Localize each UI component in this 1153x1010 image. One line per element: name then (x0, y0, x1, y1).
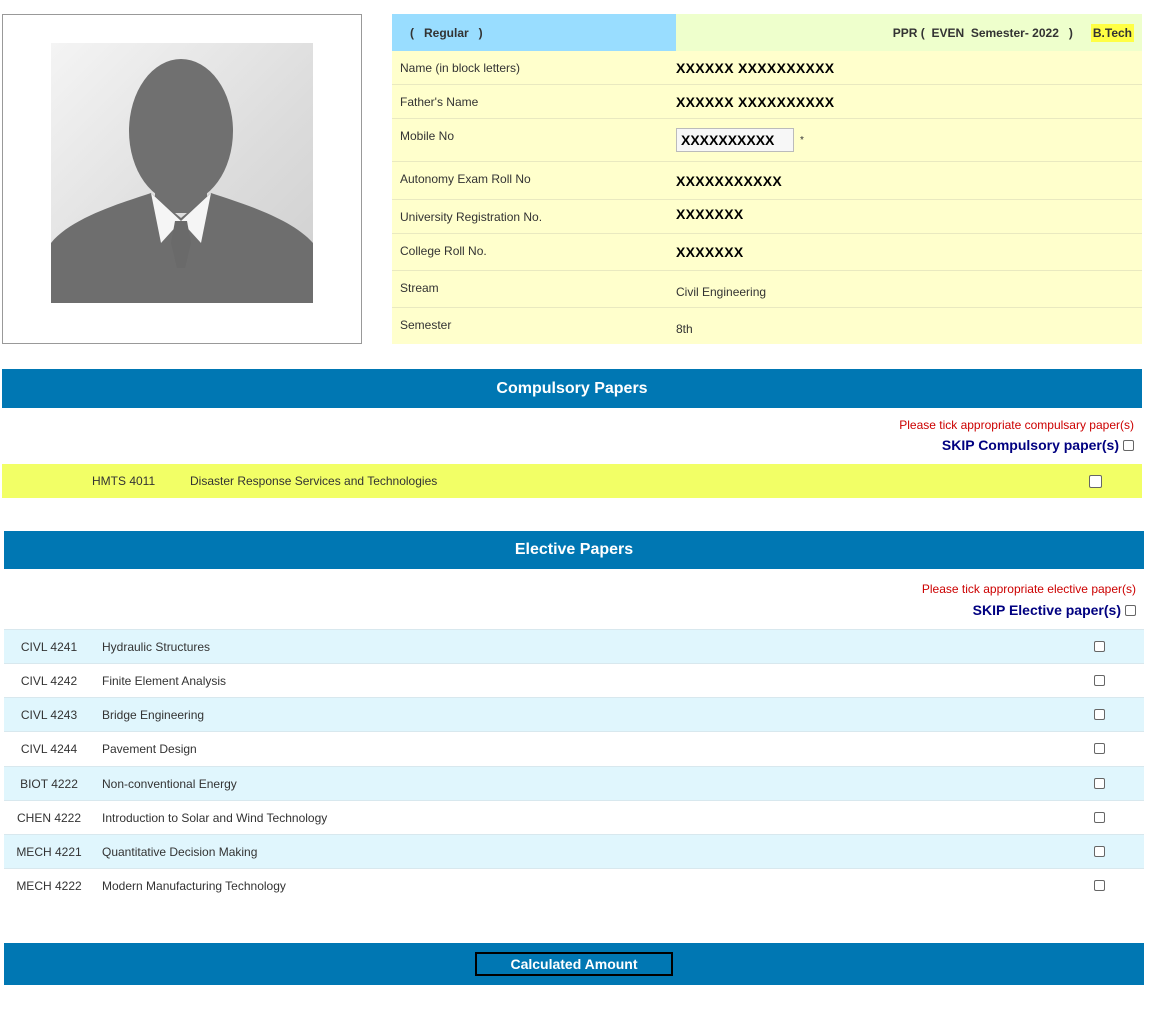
table-row: CIVL 4244 Pavement Design (4, 731, 1144, 765)
info-row-name: Name (in block letters) XXXXXX XXXXXXXXX… (392, 51, 1142, 85)
paper-checkbox[interactable] (1094, 641, 1105, 652)
registration-label: University Registration No. (400, 210, 543, 224)
exam-roll-value: XXXXXXXXXXX (676, 172, 783, 189)
mobile-value-cell: * (676, 119, 1142, 161)
stream-label: Stream (400, 281, 439, 295)
info-row-exam-roll: Autonomy Exam Roll No XXXXXXXXXXX (392, 162, 1142, 200)
paper-code: CIVL 4241 (20, 639, 78, 654)
skip-compulsory-checkbox[interactable] (1123, 439, 1134, 451)
paper-checkbox[interactable] (1094, 675, 1105, 686)
skip-compulsory: SKIP Compulsory paper(s) (600, 437, 1134, 453)
father-name-label: Father's Name (400, 95, 479, 109)
skip-elective: SKIP Elective paper(s) (600, 602, 1136, 618)
paper-code: MECH 4221 (16, 844, 82, 859)
college-roll-value: XXXXXXX (676, 244, 744, 260)
table-row: BIOT 4222 Non-conventional Energy (4, 766, 1144, 800)
table-row: CIVL 4241 Hydraulic Structures (4, 629, 1144, 663)
paper-checkbox[interactable] (1094, 778, 1105, 789)
paper-name: Hydraulic Structures (102, 639, 211, 654)
paper-name: Bridge Engineering (102, 707, 205, 722)
required-mark: * (800, 134, 804, 146)
photo-frame (2, 14, 362, 344)
paper-code: CIVL 4244 (20, 741, 78, 756)
paper-code: CHEN 4222 (16, 810, 82, 825)
skip-elective-label: SKIP Elective paper(s) (972, 602, 1121, 618)
semester-value: 8th (676, 322, 693, 336)
info-row-father: Father's Name XXXXXX XXXXXXXXXX (392, 85, 1142, 119)
paper-code: HMTS 4011 (92, 474, 156, 488)
table-row: MECH 4222 Modern Manufacturing Technolog… (4, 868, 1144, 902)
mobile-input[interactable] (676, 128, 794, 152)
semester-label: Semester (400, 318, 452, 332)
college-roll-label: College Roll No. (400, 244, 487, 258)
skip-compulsory-label: SKIP Compulsory paper(s) (941, 437, 1119, 453)
person-silhouette-icon (51, 43, 313, 303)
table-row: CIVL 4243 Bridge Engineering (4, 697, 1144, 731)
paper-name: Introduction to Solar and Wind Technolog… (102, 810, 328, 825)
student-info-table: ( Regular ) PPR ( EVEN Semester- 2022 ) … (392, 14, 1142, 344)
paper-name: Disaster Response Services and Technolog… (190, 474, 438, 488)
elective-papers-header: Elective Papers (4, 531, 1144, 569)
info-header: ( Regular ) PPR ( EVEN Semester- 2022 ) … (392, 14, 1142, 51)
compulsory-papers-header: Compulsory Papers (2, 369, 1142, 408)
registration-value: XXXXXXX (676, 206, 744, 222)
paper-code: CIVL 4243 (20, 707, 78, 722)
paper-name: Pavement Design (102, 741, 197, 756)
paper-checkbox[interactable] (1094, 812, 1105, 823)
info-row-registration: University Registration No. XXXXXXX (392, 200, 1142, 234)
paper-name: Modern Manufacturing Technology (102, 878, 286, 893)
father-name-value: XXXXXX XXXXXXXXXX (676, 93, 835, 110)
paper-name: Finite Element Analysis (102, 673, 227, 688)
paper-checkbox[interactable] (1094, 846, 1105, 857)
exam-type-label: ( Regular ) (392, 14, 676, 51)
exam-roll-label: Autonomy Exam Roll No (400, 172, 531, 186)
skip-elective-checkbox[interactable] (1125, 604, 1136, 616)
compulsory-paper-row: HMTS 4011 Disaster Response Services and… (2, 464, 1142, 498)
paper-code: CIVL 4242 (20, 673, 78, 688)
stream-value: Civil Engineering (676, 285, 767, 299)
exam-session-text: PPR ( EVEN Semester- 2022 ) (892, 25, 1073, 40)
paper-name: Non-conventional Energy (102, 776, 237, 791)
table-row: CHEN 4222 Introduction to Solar and Wind… (4, 800, 1144, 834)
paper-checkbox[interactable] (1094, 709, 1105, 720)
compulsory-paper-checkbox[interactable] (1089, 474, 1102, 488)
footer-bar: Calculated Amount (4, 943, 1144, 985)
paper-name: Quantitative Decision Making (102, 844, 258, 859)
table-row: MECH 4221 Quantitative Decision Making (4, 834, 1144, 868)
paper-code: BIOT 4222 (20, 776, 78, 791)
paper-code: MECH 4222 (16, 878, 82, 893)
mobile-label: Mobile No (400, 129, 455, 143)
exam-session-label: PPR ( EVEN Semester- 2022 ) B.Tech (676, 14, 1142, 51)
name-label: Name (in block letters) (400, 61, 521, 75)
info-row-college-roll: College Roll No. XXXXXXX (392, 234, 1142, 271)
info-row-stream: Stream Civil Engineering (392, 271, 1142, 308)
compulsory-note: Please tick appropriate compulsary paper… (899, 418, 1134, 432)
table-row: CIVL 4242 Finite Element Analysis (4, 663, 1144, 697)
paper-checkbox[interactable] (1094, 743, 1105, 754)
name-value: XXXXXX XXXXXXXXXX (676, 59, 835, 76)
elective-note: Please tick appropriate elective paper(s… (921, 582, 1136, 596)
degree-badge: B.Tech (1090, 23, 1134, 42)
calculated-amount-button[interactable]: Calculated Amount (475, 952, 673, 976)
info-row-semester: Semester 8th (392, 308, 1142, 344)
info-row-mobile: Mobile No * (392, 119, 1142, 162)
paper-checkbox[interactable] (1094, 880, 1105, 891)
